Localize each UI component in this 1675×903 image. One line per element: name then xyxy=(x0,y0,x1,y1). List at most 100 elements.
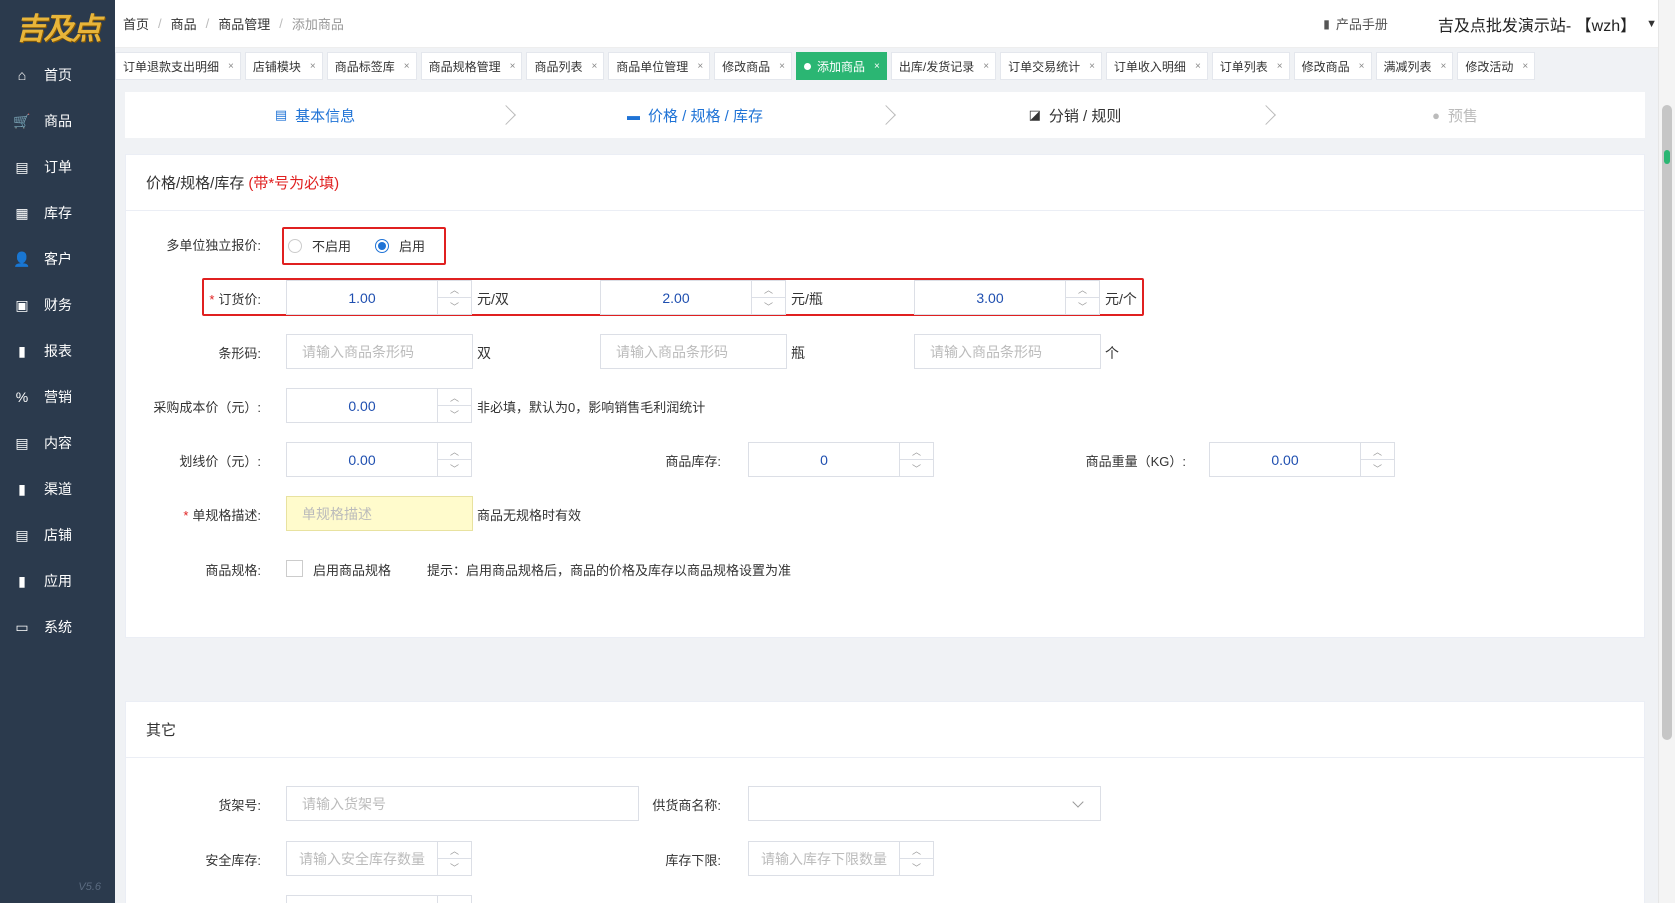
stepper-down-icon[interactable]: ﹀ xyxy=(1066,298,1099,314)
barcode-input-3[interactable]: 请输入商品条形码 xyxy=(914,334,1101,369)
tab-0[interactable]: 订单退款支出明细 × xyxy=(115,52,241,80)
tab-11[interactable]: 订单列表 × xyxy=(1211,52,1290,80)
tab-10[interactable]: 订单收入明细 × xyxy=(1105,52,1208,80)
order-price-value[interactable]: 2.00 xyxy=(601,281,751,314)
stepper-down-icon[interactable]: ﹀ xyxy=(438,406,471,422)
tab-12[interactable]: 修改商品 × xyxy=(1293,52,1372,80)
stepper-up-icon[interactable]: ︿ xyxy=(900,842,933,859)
site-name[interactable]: 吉及点批发演示站- 【wzh】 xyxy=(1438,12,1636,36)
tab-5[interactable]: 商品单位管理 × xyxy=(608,52,711,80)
cost-input[interactable]: 0.00 ︿ ﹀ xyxy=(286,388,472,423)
stock-input[interactable]: 0 ︿ ﹀ xyxy=(748,442,934,477)
tab-4[interactable]: 商品列表 × xyxy=(526,52,605,80)
tab-2[interactable]: 商品标签库 × xyxy=(326,52,417,80)
sidebar-item-4[interactable]: 👤 客户 xyxy=(0,236,115,282)
stepper-up-icon[interactable]: ︿ xyxy=(438,842,471,859)
step-presale[interactable]: ● 预售 xyxy=(1265,105,1645,126)
tab-6[interactable]: 修改商品 × xyxy=(714,52,793,80)
page-scrollbar[interactable] xyxy=(1658,0,1675,903)
caret-down-icon[interactable]: ▼ xyxy=(1646,18,1657,30)
close-icon[interactable]: × xyxy=(1089,61,1095,72)
weight-input[interactable]: 0.00 ︿ ﹀ xyxy=(1209,442,1395,477)
breadcrumb-goods[interactable]: 商品 xyxy=(171,14,197,33)
tab-14[interactable]: 修改活动 × xyxy=(1457,52,1536,80)
tab-13[interactable]: 满减列表 × xyxy=(1375,52,1454,80)
order-price-input-2[interactable]: 2.00 ︿ ﹀ xyxy=(600,280,786,315)
stepper-up-icon[interactable]: ︿ xyxy=(438,896,471,903)
logo[interactable]: 吉及点 xyxy=(0,0,115,52)
radio-disable[interactable]: 不启用 xyxy=(288,236,351,255)
stock-min-placeholder[interactable]: 请输入库存下限数量 xyxy=(749,842,899,875)
shelf-input[interactable]: 请输入货架号 xyxy=(286,786,639,821)
step-basic-info[interactable]: ▤ 基本信息 xyxy=(125,105,516,126)
stock-value[interactable]: 0 xyxy=(749,443,899,476)
radio-enable[interactable]: 启用 xyxy=(375,236,425,255)
close-icon[interactable]: × xyxy=(510,61,516,72)
close-icon[interactable]: × xyxy=(1359,61,1365,72)
stock-min-input[interactable]: 请输入库存下限数量 ︿ ﹀ xyxy=(748,841,934,876)
scrollbar-thumb[interactable] xyxy=(1662,105,1672,740)
weight-value[interactable]: 0.00 xyxy=(1210,443,1360,476)
sidebar-item-9[interactable]: ▮ 渠道 xyxy=(0,466,115,512)
close-icon[interactable]: × xyxy=(228,61,234,72)
sidebar-item-10[interactable]: ▤ 店铺 xyxy=(0,512,115,558)
spec-desc-input[interactable]: 单规格描述 xyxy=(286,496,473,531)
close-icon[interactable]: × xyxy=(1441,61,1447,72)
sidebar-item-5[interactable]: ▣ 财务 xyxy=(0,282,115,328)
order-price-value[interactable]: 3.00 xyxy=(915,281,1065,314)
sidebar-item-12[interactable]: ▭ 系统 xyxy=(0,604,115,650)
tab-3[interactable]: 商品规格管理 × xyxy=(420,52,523,80)
stepper-down-icon[interactable]: ﹀ xyxy=(1361,460,1394,476)
strike-price-value[interactable]: 0.00 xyxy=(287,443,437,476)
breadcrumb-goods-manage[interactable]: 商品管理 xyxy=(218,14,270,33)
sidebar-item-3[interactable]: ▦ 库存 xyxy=(0,190,115,236)
close-icon[interactable]: × xyxy=(404,61,410,72)
stepper-up-icon[interactable]: ︿ xyxy=(1066,281,1099,298)
tab-8[interactable]: 出库/发货记录 × xyxy=(890,52,997,80)
order-price-input-1[interactable]: 1.00 ︿ ﹀ xyxy=(286,280,472,315)
sidebar-item-6[interactable]: ▮ 报表 xyxy=(0,328,115,374)
stepper-up-icon[interactable]: ︿ xyxy=(438,389,471,406)
tab-7[interactable]: 添加商品 × xyxy=(796,52,887,80)
stepper-down-icon[interactable]: ﹀ xyxy=(900,460,933,476)
enable-spec-checkbox[interactable] xyxy=(286,560,303,577)
stepper-down-icon[interactable]: ﹀ xyxy=(752,298,785,314)
next-field-input[interactable]: ︿﹀ xyxy=(286,895,472,903)
stepper-up-icon[interactable]: ︿ xyxy=(438,281,471,298)
stepper-down-icon[interactable]: ﹀ xyxy=(438,298,471,314)
cost-value[interactable]: 0.00 xyxy=(287,389,437,422)
sidebar-item-8[interactable]: ▤ 内容 xyxy=(0,420,115,466)
next-field-value[interactable] xyxy=(287,896,437,903)
safety-stock-input[interactable]: 请输入安全库存数量 ︿ ﹀ xyxy=(286,841,472,876)
tab-1[interactable]: 店铺模块 × xyxy=(244,52,323,80)
close-icon[interactable]: × xyxy=(1522,61,1528,72)
close-icon[interactable]: × xyxy=(310,61,316,72)
stepper-down-icon[interactable]: ﹀ xyxy=(900,859,933,875)
close-icon[interactable]: × xyxy=(591,61,597,72)
close-icon[interactable]: × xyxy=(697,61,703,72)
order-price-input-3[interactable]: 3.00 ︿ ﹀ xyxy=(914,280,1100,315)
sidebar-item-0[interactable]: ⌂ 首页 xyxy=(0,52,115,98)
close-icon[interactable]: × xyxy=(874,61,880,72)
strike-price-input[interactable]: 0.00 ︿ ﹀ xyxy=(286,442,472,477)
step-distribution-rules[interactable]: ◪ 分销 / 规则 xyxy=(885,105,1276,126)
stepper-up-icon[interactable]: ︿ xyxy=(752,281,785,298)
supplier-select[interactable] xyxy=(748,786,1101,821)
tab-9[interactable]: 订单交易统计 × xyxy=(1000,52,1102,80)
step-price-spec-stock[interactable]: ▬ 价格 / 规格 / 库存 xyxy=(505,105,896,126)
stepper-down-icon[interactable]: ﹀ xyxy=(438,460,471,476)
stepper-up-icon[interactable]: ︿ xyxy=(1361,443,1394,460)
sidebar-item-2[interactable]: ▤ 订单 xyxy=(0,144,115,190)
safety-stock-placeholder[interactable]: 请输入安全库存数量 xyxy=(287,842,437,875)
close-icon[interactable]: × xyxy=(983,61,989,72)
stepper-down-icon[interactable]: ﹀ xyxy=(438,859,471,875)
close-icon[interactable]: × xyxy=(1277,61,1283,72)
stepper-up-icon[interactable]: ︿ xyxy=(438,443,471,460)
manual-link[interactable]: ▮ 产品手册 xyxy=(1323,14,1388,33)
barcode-input-1[interactable]: 请输入商品条形码 xyxy=(286,334,473,369)
close-icon[interactable]: × xyxy=(779,61,785,72)
sidebar-item-11[interactable]: ▮ 应用 xyxy=(0,558,115,604)
stepper-up-icon[interactable]: ︿ xyxy=(900,443,933,460)
enable-spec-label[interactable]: 启用商品规格 xyxy=(313,560,391,579)
barcode-input-2[interactable]: 请输入商品条形码 xyxy=(600,334,787,369)
